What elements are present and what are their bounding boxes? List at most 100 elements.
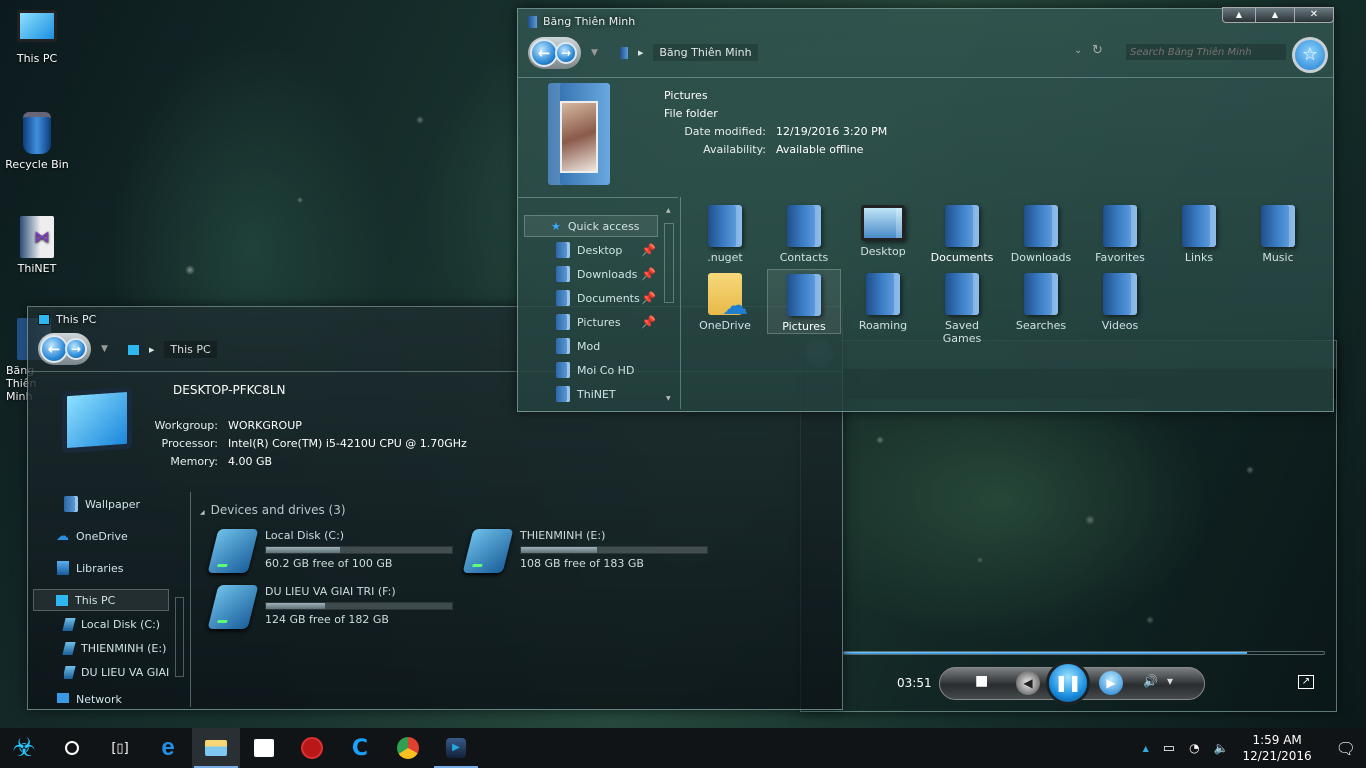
pane-top-divider	[518, 197, 678, 198]
folder-item-onedrive[interactable]: ☁ OneDrive	[688, 269, 762, 332]
media-player-seek-bar[interactable]	[843, 651, 1325, 655]
scroll-up-icon[interactable]: ▲	[666, 207, 671, 214]
refresh-icon[interactable]: ↻	[1092, 43, 1103, 58]
desktop-icon-this-pc[interactable]: This PC	[1, 10, 73, 65]
forward-button[interactable]: →	[555, 42, 577, 64]
recent-locations-dropdown[interactable]: ▼	[101, 344, 108, 354]
pause-button[interactable]: ❚❚	[1046, 661, 1090, 705]
folder-item-contacts[interactable]: Contacts	[767, 201, 841, 264]
breadcrumb[interactable]: ▶ This PC	[128, 341, 217, 358]
folder-item-roaming[interactable]: Roaming	[846, 269, 920, 332]
nav-item-network[interactable]: Network	[57, 693, 122, 707]
stop-button[interactable]: ■	[975, 673, 988, 689]
nav-item-wallpaper[interactable]: Wallpaper	[64, 493, 140, 515]
folder-item-downloads[interactable]: Downloads	[1004, 201, 1078, 264]
folder-item-links[interactable]: Links	[1162, 201, 1236, 264]
ccleaner-taskbar-button[interactable]: C	[336, 728, 384, 768]
drive-item[interactable]: Local Disk (C:) 60.2 GB free of 100 GB	[207, 529, 453, 573]
chrome-taskbar-button[interactable]	[384, 728, 432, 768]
wifi-icon[interactable]: ◔	[1189, 741, 1199, 755]
folder-icon	[1024, 205, 1058, 247]
system-tray: ▲ ▭ ◔ 🔈 1:59 AM 12/21/2016 🗨	[1143, 728, 1366, 768]
nav-item-libraries[interactable]: Libraries	[57, 557, 124, 579]
nav-item-pictures[interactable]: Pictures 📌	[556, 311, 662, 333]
switch-to-now-playing-button[interactable]: ↗	[1298, 675, 1314, 689]
driver-booster-icon	[301, 737, 323, 759]
scroll-down-icon[interactable]: ▼	[666, 395, 671, 402]
folder-icon	[787, 205, 821, 247]
back-button[interactable]: ←	[40, 335, 68, 363]
media-player-taskbar-button[interactable]: ▶	[432, 728, 480, 768]
file-explorer-taskbar-button[interactable]	[192, 728, 240, 768]
clock[interactable]: 1:59 AM 12/21/2016	[1243, 732, 1312, 764]
next-button[interactable]: ▶	[1099, 671, 1123, 695]
folder-item-documents[interactable]: Documents	[925, 201, 999, 264]
action-center-icon[interactable]: 🗨	[1336, 739, 1356, 758]
folder-item-searches[interactable]: Searches	[1004, 269, 1078, 332]
pin-icon[interactable]: 📌	[641, 315, 656, 329]
cortana-button[interactable]	[48, 728, 96, 768]
nav-item-moi-co-hd[interactable]: Moi Co HD	[556, 359, 634, 381]
forward-button[interactable]: →	[65, 338, 87, 360]
minimize-button[interactable]: ▲	[1223, 8, 1256, 22]
search-input[interactable]	[1126, 44, 1286, 60]
drive-item[interactable]: DU LIEU VA GIAI TRI (F:) 124 GB free of 1…	[207, 585, 453, 629]
drive-usage-fill	[521, 547, 598, 553]
folder-item-nuget[interactable]: .nuget	[688, 201, 762, 264]
folder-icon	[1024, 273, 1058, 315]
folder-icon	[787, 274, 821, 316]
store-icon	[254, 739, 274, 757]
drive-usage-bar	[520, 546, 708, 554]
pin-icon[interactable]: 📌	[641, 291, 656, 305]
desktop-icon-recycle-bin[interactable]: Recycle Bin	[1, 112, 73, 171]
nav-scrollbar[interactable]	[664, 223, 674, 303]
details-pane: Pictures File folder	[664, 89, 718, 120]
nav-item-downloads[interactable]: Downloads 📌	[556, 263, 662, 285]
task-view-button[interactable]: [▯]	[96, 728, 144, 768]
start-button[interactable]: ☣	[0, 728, 48, 768]
close-button[interactable]: ✕	[1295, 8, 1333, 22]
volume-menu-icon[interactable]: ▾	[1167, 674, 1173, 688]
nav-item-desktop[interactable]: Desktop 📌	[556, 239, 662, 261]
volume-icon[interactable]: 🔈	[1214, 741, 1229, 755]
recent-locations-dropdown[interactable]: ▼	[591, 48, 598, 58]
folder-item-pictures[interactable]: Pictures	[767, 269, 841, 334]
desktop-icon-thinet[interactable]: ⋈ ThiNET	[1, 216, 73, 275]
volume-button[interactable]: 🔊	[1143, 674, 1158, 688]
store-taskbar-button[interactable]	[240, 728, 288, 768]
folder-item-desktop[interactable]: Desktop	[846, 201, 920, 258]
taskbar: ☣ [▯] e C ▶ ▲ ▭ ◔ 🔈 1:59 AM 12/21/2016 🗨	[0, 728, 1366, 768]
nav-scrollbar[interactable]	[175, 597, 184, 677]
nav-item-documents[interactable]: Documents 📌	[556, 287, 662, 309]
nav-item-onedrive[interactable]: ☁ OneDrive	[56, 525, 128, 547]
battery-icon[interactable]: ▭	[1163, 741, 1175, 756]
maximize-button[interactable]: ▲	[1256, 8, 1295, 22]
pin-icon[interactable]: 📌	[641, 267, 656, 281]
section-header[interactable]: ◢ Devices and drives (3)	[200, 503, 346, 517]
nav-item-quick-access[interactable]: ★ Quick access	[524, 215, 658, 237]
folder-item-saved-games[interactable]: Saved Games	[925, 269, 999, 345]
nav-orb-group: ← →	[528, 37, 581, 69]
folder-item-favorites[interactable]: Favorites	[1083, 201, 1157, 264]
show-hidden-icons-button[interactable]: ▲	[1143, 744, 1149, 753]
nav-item-du-lieu-f[interactable]: DU LIEU VA GIAI TRI (F:)	[64, 661, 172, 683]
back-button[interactable]: ←	[530, 39, 558, 67]
previous-button[interactable]: ◀	[1016, 671, 1040, 695]
breadcrumb[interactable]: ▶ Băng Thiên Minh	[620, 44, 758, 61]
nav-item-thienminh-e[interactable]: THIENMINH (E:)	[62, 637, 166, 659]
drive-item[interactable]: THIENMINH (E:) 108 GB free of 183 GB	[462, 529, 708, 573]
address-dropdown-icon[interactable]: ⌄	[1074, 45, 1082, 56]
nav-item-this-pc[interactable]: This PC	[33, 589, 169, 611]
drive-icon	[64, 665, 76, 679]
favorites-star-button[interactable]: ☆	[1292, 37, 1328, 73]
nav-item-mod[interactable]: Mod	[556, 335, 600, 357]
pin-icon[interactable]: 📌	[641, 243, 656, 257]
driver-booster-taskbar-button[interactable]	[288, 728, 336, 768]
nav-orb-group: ← →	[38, 333, 91, 365]
nav-item-thinet[interactable]: ThiNET	[556, 383, 616, 405]
folder-item-music[interactable]: Music	[1241, 201, 1315, 264]
nav-item-local-disk-c[interactable]: Local Disk (C:)	[62, 613, 160, 635]
folder-item-videos[interactable]: Videos	[1083, 269, 1157, 332]
star-icon: ★	[551, 219, 561, 233]
edge-taskbar-button[interactable]: e	[144, 728, 192, 768]
